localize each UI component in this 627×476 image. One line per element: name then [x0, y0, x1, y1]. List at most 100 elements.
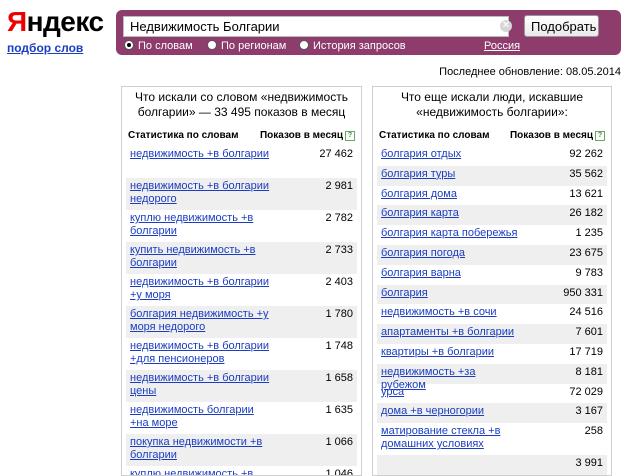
result-count: 950 331 — [563, 286, 603, 299]
result-count: 17 719 — [569, 345, 603, 358]
result-row: квартиры +в болгарии 17 719 — [377, 344, 607, 364]
result-row: матирование стекла +в домашних условиях 2… — [377, 423, 607, 455]
result-row: недвижимость +в болгарии +для пенсионеро… — [126, 338, 357, 370]
column-shows-text: Показов в месяц — [259, 130, 343, 141]
column-shows-label: Показов в месяц? — [260, 130, 355, 144]
right-results-list: болгария отдых 92 262 болгария туры 35 562 б… — [377, 146, 607, 475]
result-count: 2 403 — [325, 276, 353, 288]
result-count: 35 562 — [569, 167, 603, 180]
result-row: болгария карта побережья 1 235 — [377, 225, 607, 245]
result-row: недвижимость болгарии +на море 1 635 — [126, 402, 357, 434]
logo-first-letter: Я — [7, 6, 27, 37]
logo-rest: ндекс — [26, 6, 104, 37]
result-row: купить недвижимость +в болгарии 2 733 — [126, 242, 357, 274]
result-count: 2 981 — [325, 180, 353, 192]
result-count: 2 733 — [325, 244, 353, 256]
result-phrase-link[interactable]: недвижимость +в сочи — [381, 306, 521, 319]
result-count: 92 262 — [569, 148, 603, 160]
result-phrase-link[interactable]: покупка недвижимости +в болгарии — [130, 436, 270, 462]
radio-unselected-icon[interactable] — [299, 40, 309, 50]
result-phrase-link[interactable]: недвижимость +в болгарии +для пенсионеро… — [130, 340, 270, 366]
result-phrase-link[interactable]: болгария — [381, 287, 521, 300]
search-button[interactable]: Подобрать — [524, 15, 599, 37]
result-phrase-link[interactable]: купить недвижимость +в болгарии — [130, 244, 270, 270]
radio-history[interactable]: История запросов — [299, 40, 406, 52]
result-phrase-link[interactable]: болгария карта побережья — [381, 227, 521, 240]
result-count: 1 780 — [325, 308, 353, 320]
result-row: болгария туры 35 562 — [377, 165, 607, 186]
help-icon[interactable]: ? — [345, 131, 355, 141]
result-phrase-link[interactable]: урса — [381, 386, 521, 399]
result-count: 23 675 — [569, 246, 603, 259]
radio-by-words-label: По словам — [138, 40, 193, 52]
result-phrase-link[interactable]: болгария карта — [381, 207, 521, 220]
result-row: недвижимость +в болгарии 27 462 — [126, 146, 357, 178]
result-row: болгария погода 23 675 — [377, 244, 607, 265]
result-row: недвижимость +в сочи 24 516 — [377, 304, 607, 324]
result-count: 258 — [584, 425, 603, 438]
radio-selected-icon[interactable] — [124, 40, 134, 50]
help-icon[interactable]: ? — [595, 131, 605, 141]
result-count: 2 782 — [325, 212, 353, 224]
radio-by-words[interactable]: По словам — [124, 40, 193, 52]
left-results-panel: Что искали со словом «недвижимость болга… — [121, 86, 362, 476]
result-count: 1 658 — [325, 372, 353, 384]
result-phrase-link[interactable]: недвижимость +в болгарии цены — [130, 372, 270, 398]
column-shows-label: Показов в месяц? — [510, 130, 605, 144]
result-count: 1 066 — [325, 436, 353, 448]
result-phrase-link[interactable]: недвижимость +в болгарии — [130, 148, 270, 161]
result-row: недвижимость +в болгарии цены 1 658 — [126, 370, 357, 402]
result-count: 3 167 — [575, 405, 603, 418]
result-phrase-link[interactable]: болгария варна — [381, 267, 521, 280]
result-phrase-link[interactable]: болгария дома — [381, 188, 521, 201]
result-row: недвижимость +в болгарии +у моря 2 403 — [126, 274, 357, 306]
yandex-logo[interactable]: Яндекс — [7, 6, 104, 38]
result-phrase-link[interactable]: недвижимость +в болгарии недорого — [130, 180, 270, 206]
result-phrase-link[interactable]: болгария недвижимость +у моря недорого — [130, 308, 270, 334]
result-row: урса 72 029 — [377, 384, 607, 404]
result-row: болгария дома 13 621 — [377, 186, 607, 206]
result-count: 1 748 — [325, 340, 353, 352]
left-column-header: Статистика по словам Показов в месяц? — [122, 122, 361, 146]
radio-by-regions[interactable]: По регионам — [207, 40, 286, 52]
result-phrase-link[interactable]: квартиры +в болгарии — [381, 346, 521, 359]
result-phrase-link[interactable]: болгария туры — [381, 168, 521, 181]
radio-unselected-icon[interactable] — [207, 40, 217, 50]
region-link[interactable]: Россия — [484, 40, 520, 52]
result-row: болгария варна 9 783 — [377, 265, 607, 285]
result-phrase-link[interactable]: недвижимость болгарии +на море — [130, 404, 270, 430]
result-row: болгария отдых 92 262 — [377, 146, 607, 166]
result-count: 8 181 — [575, 365, 603, 378]
result-phrase-link[interactable]: апартаменты +в болгарии — [381, 326, 521, 339]
result-row: дома +в черногории 3 167 — [377, 403, 607, 424]
clear-icon[interactable]: ✕ — [500, 20, 512, 32]
result-phrase-link[interactable]: дома +в черногории — [381, 405, 521, 418]
result-row: болгария 950 331 — [377, 284, 607, 305]
result-row: болгария недвижимость +у моря недорого 1 … — [126, 306, 357, 338]
wordstat-link[interactable]: подбор слов — [7, 41, 83, 55]
result-count: 3 991 — [575, 457, 603, 470]
search-bar: ✕ Подобрать По словам По регионам Истори… — [116, 10, 621, 55]
result-row: покупка недвижимости +в болгарии 1 066 — [126, 434, 357, 466]
result-phrase-link[interactable]: болгария отдых — [381, 148, 521, 161]
result-count: 1 635 — [325, 404, 353, 416]
result-phrase-link[interactable]: куплю недвижимость +в болгарии — [130, 212, 270, 238]
search-input[interactable] — [123, 16, 509, 37]
right-results-panel: Что еще искали люди, искавшие «недвижимо… — [372, 86, 612, 476]
left-results-list: недвижимость +в болгарии 27 462 недвижимос… — [126, 146, 357, 476]
result-phrase-link[interactable]: болгария погода — [381, 247, 521, 260]
result-phrase-link[interactable]: куплю недвижимость +в — [130, 468, 270, 475]
result-count: 9 783 — [575, 266, 603, 279]
left-panel-title: Что искали со словом «недвижимость болга… — [135, 90, 348, 119]
result-phrase-link[interactable]: недвижимость +в болгарии +у моря — [130, 276, 270, 302]
result-count: 13 621 — [569, 187, 603, 200]
result-row: апартаменты +в болгарии 7 601 — [377, 324, 607, 344]
result-phrase-link[interactable]: матирование стекла +в домашних условиях — [381, 425, 521, 451]
last-updated: Последнее обновление: 08.05.2014 — [439, 66, 621, 78]
result-row: недвижимость +за рубежом 8 181 — [377, 363, 607, 391]
column-shows-text: Показов в месяц — [509, 130, 593, 141]
result-count: 26 182 — [569, 207, 603, 220]
result-count: 1 046 — [325, 468, 353, 476]
result-count: 27 462 — [319, 148, 353, 160]
radio-by-regions-label: По регионам — [221, 40, 287, 52]
